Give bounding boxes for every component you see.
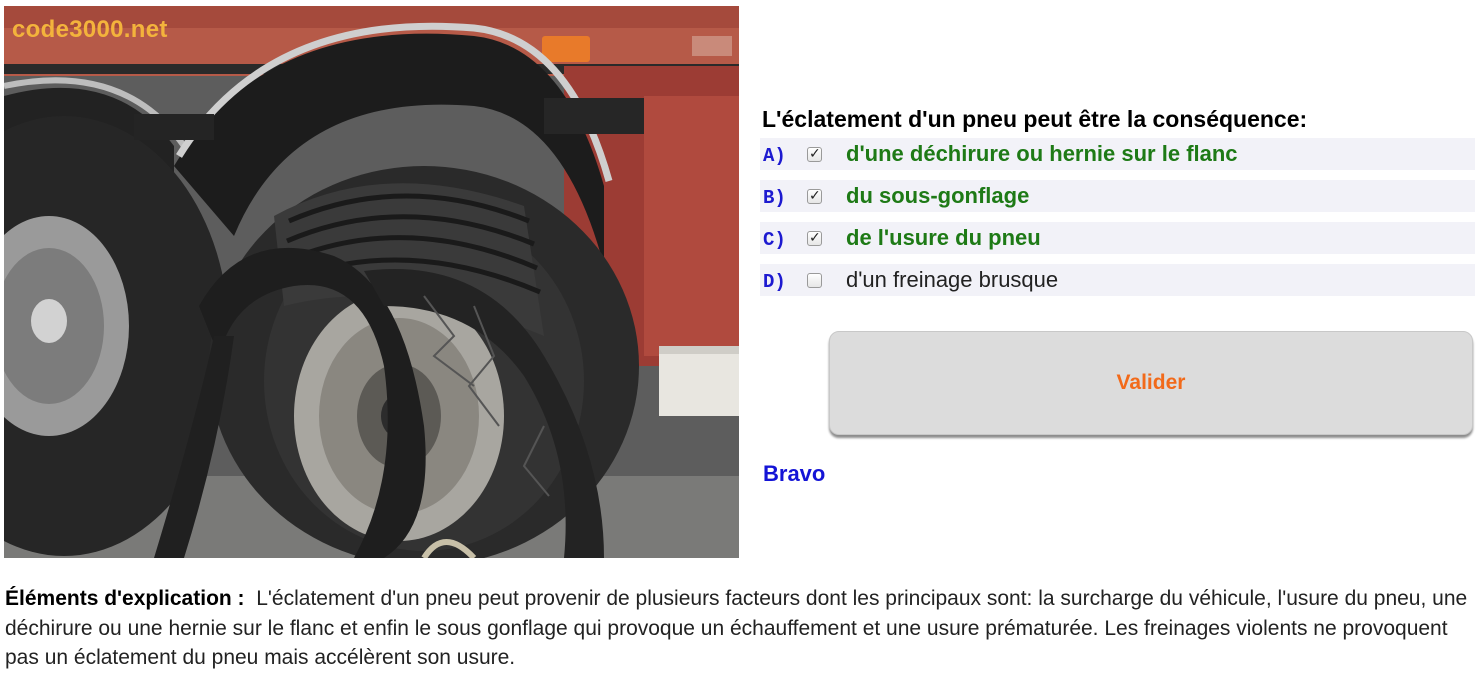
checkmark-icon: ✓: [809, 228, 821, 245]
validate-button[interactable]: Valider: [829, 331, 1473, 435]
answer-text: de l'usure du pneu: [846, 225, 1041, 250]
quiz-page: code3000.net L'éclatement d'un pneu peut…: [0, 0, 1479, 679]
explanation-paragraph: Éléments d'explication : L'éclatement d'…: [5, 584, 1477, 673]
site-watermark: code3000.net: [12, 16, 168, 43]
answer-checkbox[interactable]: ✓: [807, 228, 822, 246]
answer-option-a[interactable]: A) ✓ d'une déchirure ou hernie sur le fl…: [760, 138, 1475, 170]
question-photo: code3000.net: [4, 6, 739, 558]
explanation-label: Éléments d'explication :: [5, 587, 245, 610]
answer-letter: B): [763, 187, 786, 209]
answer-option-c[interactable]: C) ✓ de l'usure du pneu: [760, 222, 1475, 254]
question-title: L'éclatement d'un pneu peut être la cons…: [762, 106, 1308, 132]
answer-text: d'une déchirure ou hernie sur le flanc: [846, 141, 1238, 166]
answer-checkbox[interactable]: ✓: [807, 186, 822, 204]
answer-checkbox[interactable]: [807, 272, 822, 288]
burst-tire-illustration: [4, 6, 739, 558]
answer-letter: A): [763, 145, 786, 167]
answer-checkbox[interactable]: ✓: [807, 144, 822, 162]
answer-letter: D): [763, 271, 786, 293]
answer-option-b[interactable]: B) ✓ du sous-gonflage: [760, 180, 1475, 212]
answer-text: d'un freinage brusque: [846, 267, 1059, 292]
answer-letter: C): [763, 229, 786, 251]
checkmark-icon: ✓: [809, 144, 821, 161]
answer-text: du sous-gonflage: [846, 183, 1030, 208]
feedback-message: Bravo: [763, 461, 826, 486]
answer-option-d[interactable]: D) d'un freinage brusque: [760, 264, 1475, 296]
answer-list: A) ✓ d'une déchirure ou hernie sur le fl…: [760, 138, 1475, 306]
checkmark-icon: ✓: [809, 186, 821, 203]
